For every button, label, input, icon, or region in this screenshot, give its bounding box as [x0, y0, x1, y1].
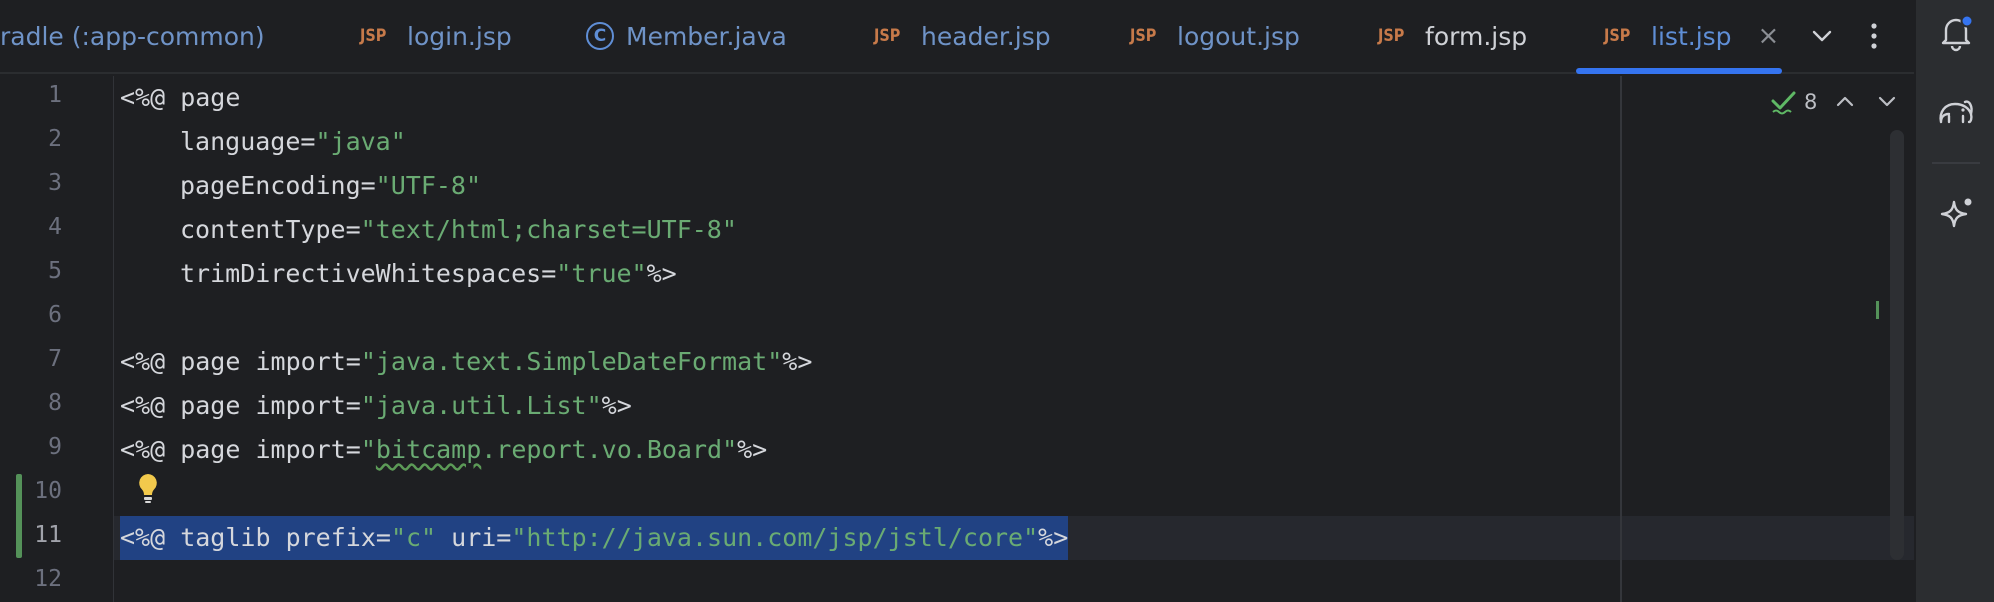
line-number: 3: [48, 170, 62, 196]
line-number: 8: [48, 390, 62, 416]
line-number-gutter: 1 2 3 4 5 6 7 8 9 10 11 12: [0, 76, 114, 602]
more-options-icon[interactable]: [1856, 18, 1892, 54]
tab-label: logout.jsp: [1177, 21, 1300, 51]
right-tool-strip: [1914, 0, 1994, 602]
notifications-icon[interactable]: [1934, 10, 1978, 54]
tab-label: login.jsp: [407, 21, 512, 51]
jsp-file-icon: JSP: [874, 26, 901, 46]
next-highlight-icon[interactable]: [1876, 90, 1898, 112]
line-number: 1: [48, 82, 62, 108]
vertical-scrollbar[interactable]: [1890, 130, 1904, 560]
tab-label: Member.java: [626, 21, 787, 51]
active-tab-indicator: [1576, 68, 1782, 74]
ai-assistant-sparkle-icon[interactable]: [1934, 192, 1978, 236]
previous-highlight-icon[interactable]: [1834, 90, 1856, 112]
jsp-file-icon: JSP: [1604, 26, 1631, 46]
line-number: 6: [48, 302, 62, 328]
tab-member-java[interactable]: C Member.java: [586, 0, 787, 72]
line-number: 7: [48, 346, 62, 372]
tab-label: header.jsp: [921, 21, 1051, 51]
inspection-widget[interactable]: 8: [1770, 88, 1817, 116]
code-line-9: <%@ page import="bitcamp.report.vo.Board…: [120, 435, 768, 464]
close-tab-icon[interactable]: ×: [1758, 21, 1780, 51]
code-line-2: language="java": [180, 127, 406, 156]
code-line-8: <%@ page import="java.util.List"%>: [120, 391, 632, 420]
line-number: 9: [48, 434, 62, 460]
editor-tab-bar: radle (:app-common) JSP login.jsp C Memb…: [0, 0, 1914, 74]
tab-label: list.jsp: [1651, 21, 1732, 51]
typo-warning: bitcamp: [375, 435, 482, 464]
jsp-file-icon: JSP: [360, 26, 387, 46]
tab-login-jsp[interactable]: JSP login.jsp: [360, 0, 512, 72]
jsp-file-icon: JSP: [1378, 26, 1405, 46]
gradle-elephant-icon[interactable]: [1934, 90, 1978, 134]
jsp-file-icon: JSP: [1130, 26, 1157, 46]
tab-list-chevron-icon[interactable]: [1804, 18, 1840, 54]
inspection-count: 8: [1804, 90, 1818, 114]
line-number-current: 11: [34, 522, 62, 548]
tab-logout-jsp[interactable]: JSP logout.jsp: [1130, 0, 1300, 72]
tab-list-jsp[interactable]: JSP list.jsp ×: [1604, 0, 1779, 72]
error-stripe-mark[interactable]: [1876, 301, 1879, 319]
code-line-1: <%@ page: [120, 83, 241, 112]
code-line-5: trimDirectiveWhitespaces="true"%>: [180, 259, 677, 288]
code-line-11-selected: <%@ taglib prefix="c" uri="http://java.s…: [120, 516, 1069, 560]
line-number: 12: [34, 566, 62, 592]
tab-label: form.jsp: [1425, 21, 1528, 51]
tab-form-jsp[interactable]: JSP form.jsp: [1378, 0, 1527, 72]
line-number: 5: [48, 258, 62, 284]
inspection-check-icon: [1771, 91, 1796, 115]
tab-header-jsp[interactable]: JSP header.jsp: [874, 0, 1051, 72]
code-editor[interactable]: <%@ page language="java" pageEncoding="U…: [120, 76, 1914, 602]
lightbulb-icon[interactable]: [135, 472, 161, 504]
line-number: 2: [48, 126, 62, 152]
line-number: 4: [48, 214, 62, 240]
strip-separator: [1932, 162, 1980, 164]
code-line-7: <%@ page import="java.text.SimpleDateFor…: [120, 347, 813, 376]
tab-gradle-app-common[interactable]: radle (:app-common): [0, 0, 265, 72]
tab-label: radle (:app-common): [0, 21, 265, 51]
code-line-4: contentType="text/html;charset=UTF-8": [180, 215, 737, 244]
line-number: 10: [34, 478, 62, 504]
code-line-3: pageEncoding="UTF-8": [180, 171, 482, 200]
java-class-icon: C: [586, 22, 614, 50]
